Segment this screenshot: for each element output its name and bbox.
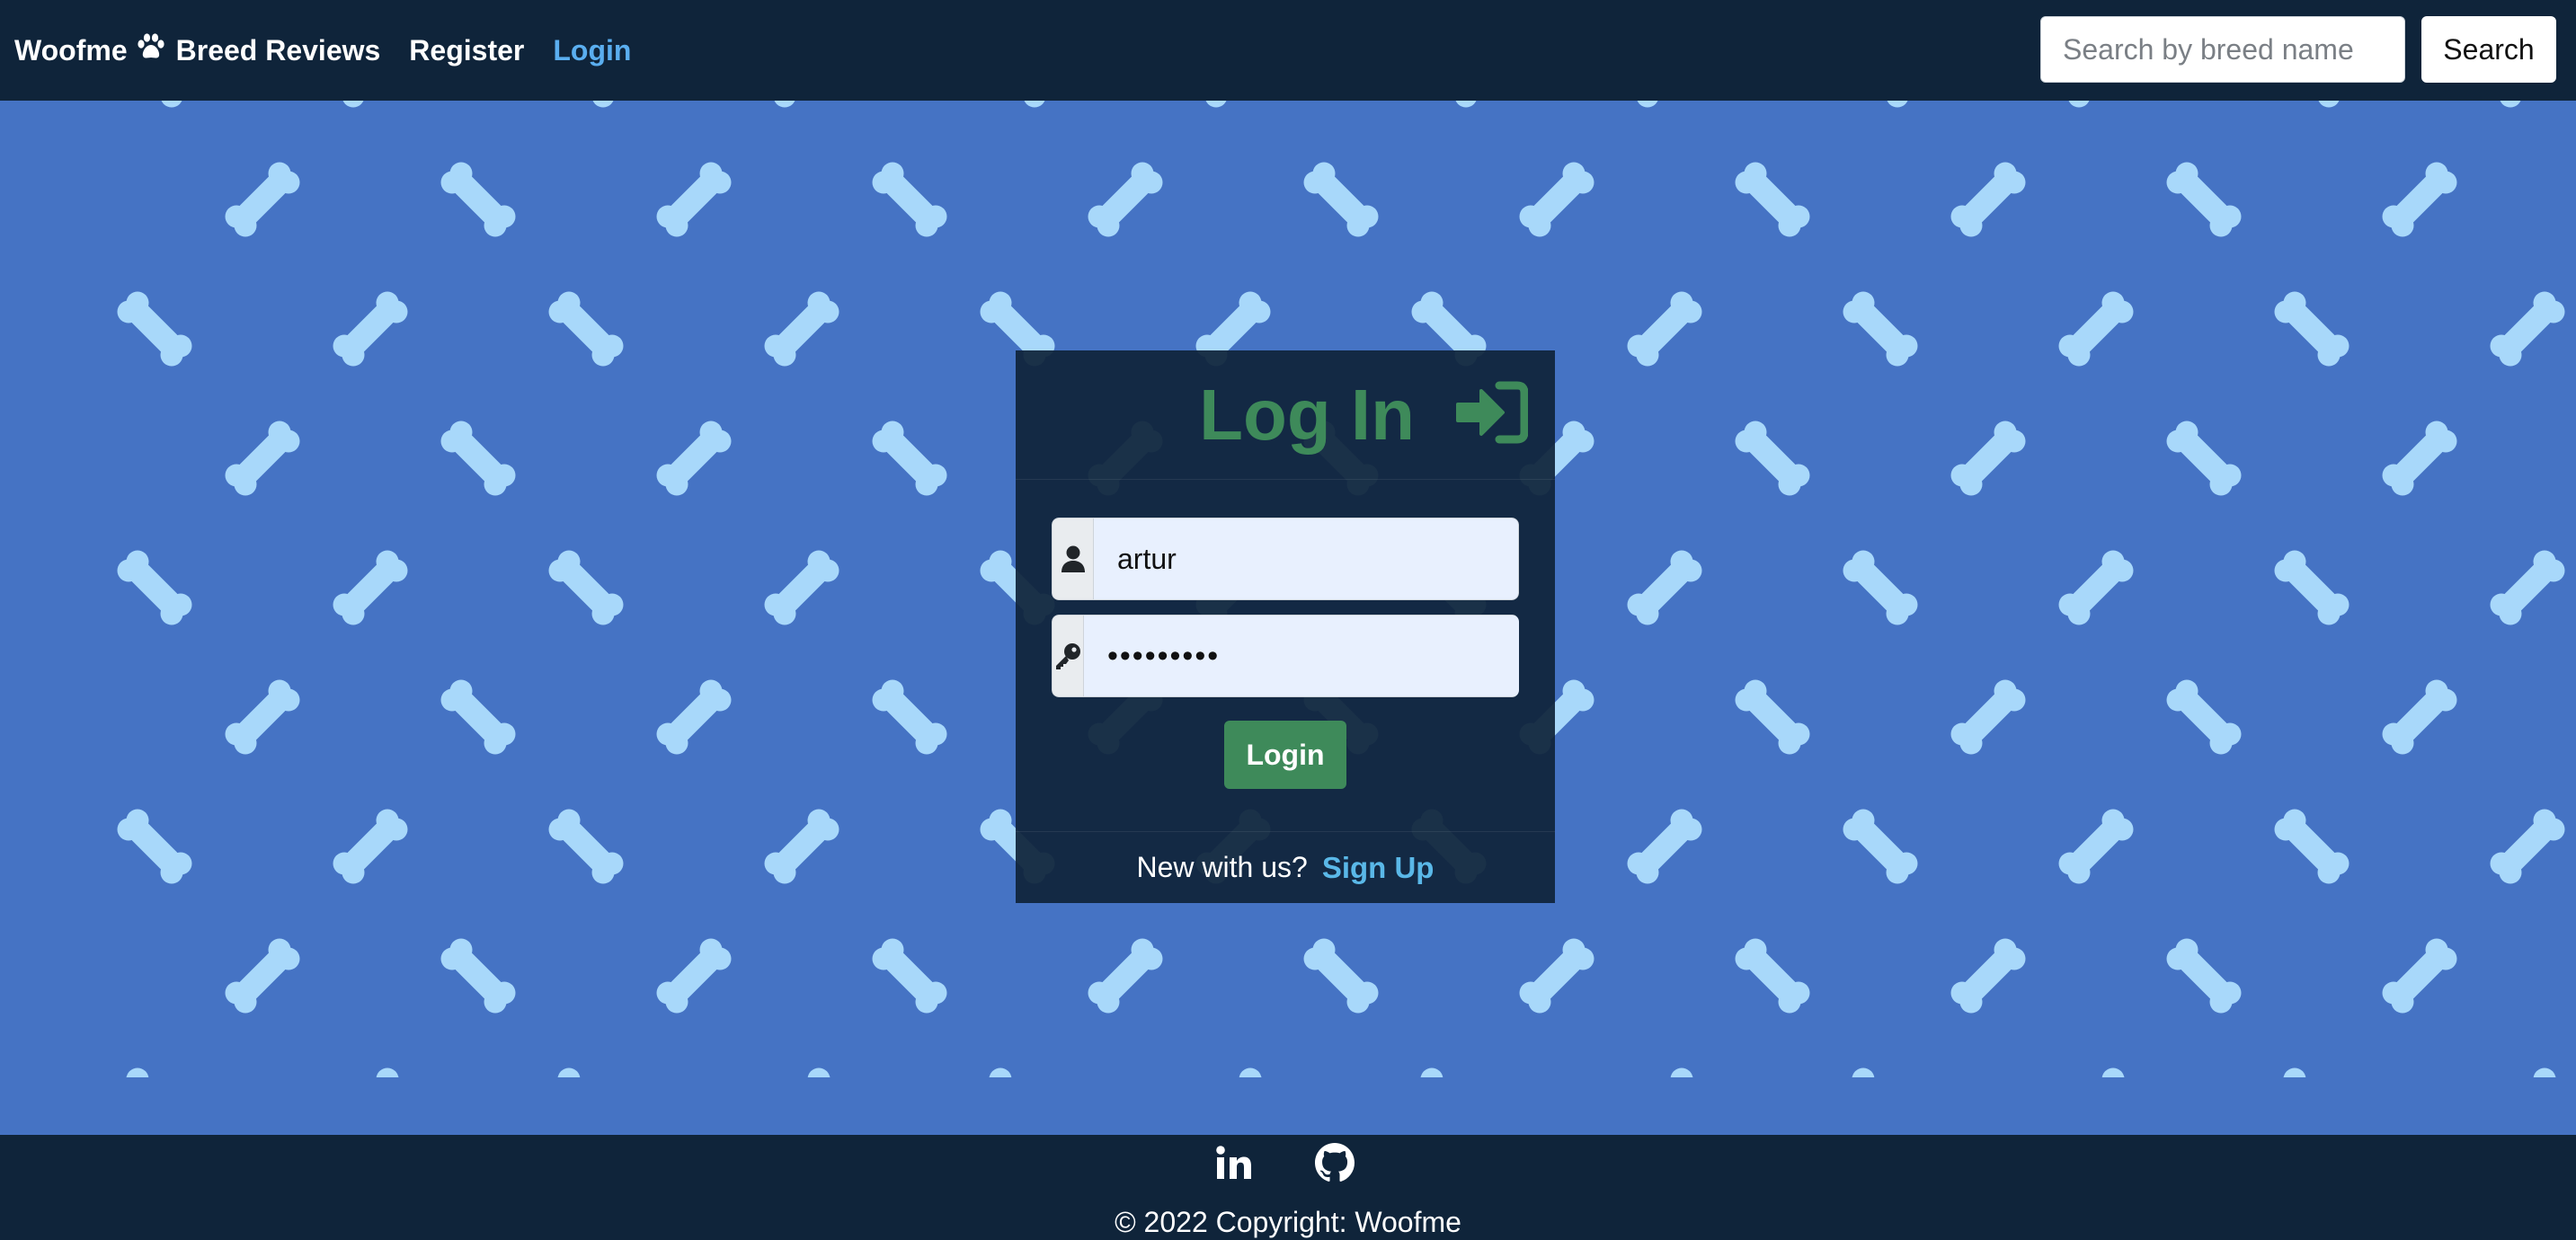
signup-link[interactable]: Sign Up [1322, 851, 1435, 885]
login-submit-button[interactable]: Login [1224, 721, 1346, 789]
nav-link-breed-reviews: Breed Reviews [175, 33, 381, 66]
paw-icon [137, 33, 165, 67]
linkedin-icon[interactable] [1207, 1139, 1261, 1186]
github-icon[interactable] [1308, 1139, 1362, 1186]
login-card: Log In Login New with us? [1016, 350, 1555, 903]
key-icon [1052, 615, 1084, 697]
brand-link[interactable]: Woofme Breed Reviews [14, 33, 380, 67]
sign-in-icon [1454, 380, 1529, 449]
username-input[interactable] [1094, 518, 1519, 600]
brand-name: Woofme [14, 33, 128, 66]
password-group [1052, 615, 1519, 697]
login-card-header: Log In [1016, 350, 1555, 480]
search-input[interactable] [2040, 16, 2405, 83]
new-user-text: New with us? [1136, 851, 1308, 883]
login-title: Log In [1199, 374, 1415, 455]
navbar: Woofme Breed Reviews Register Login Sear… [0, 0, 2576, 101]
username-group [1052, 518, 1519, 600]
nav-link-login[interactable]: Login [553, 34, 631, 67]
copyright-text: © 2022 Copyright: Woofme [1115, 1206, 1461, 1238]
user-icon [1052, 518, 1094, 600]
search-form: Search [2040, 16, 2556, 83]
search-button[interactable]: Search [2421, 16, 2556, 83]
password-input[interactable] [1084, 615, 1519, 697]
login-card-footer: New with us? Sign Up [1016, 831, 1555, 903]
nav-link-register[interactable]: Register [409, 34, 524, 67]
